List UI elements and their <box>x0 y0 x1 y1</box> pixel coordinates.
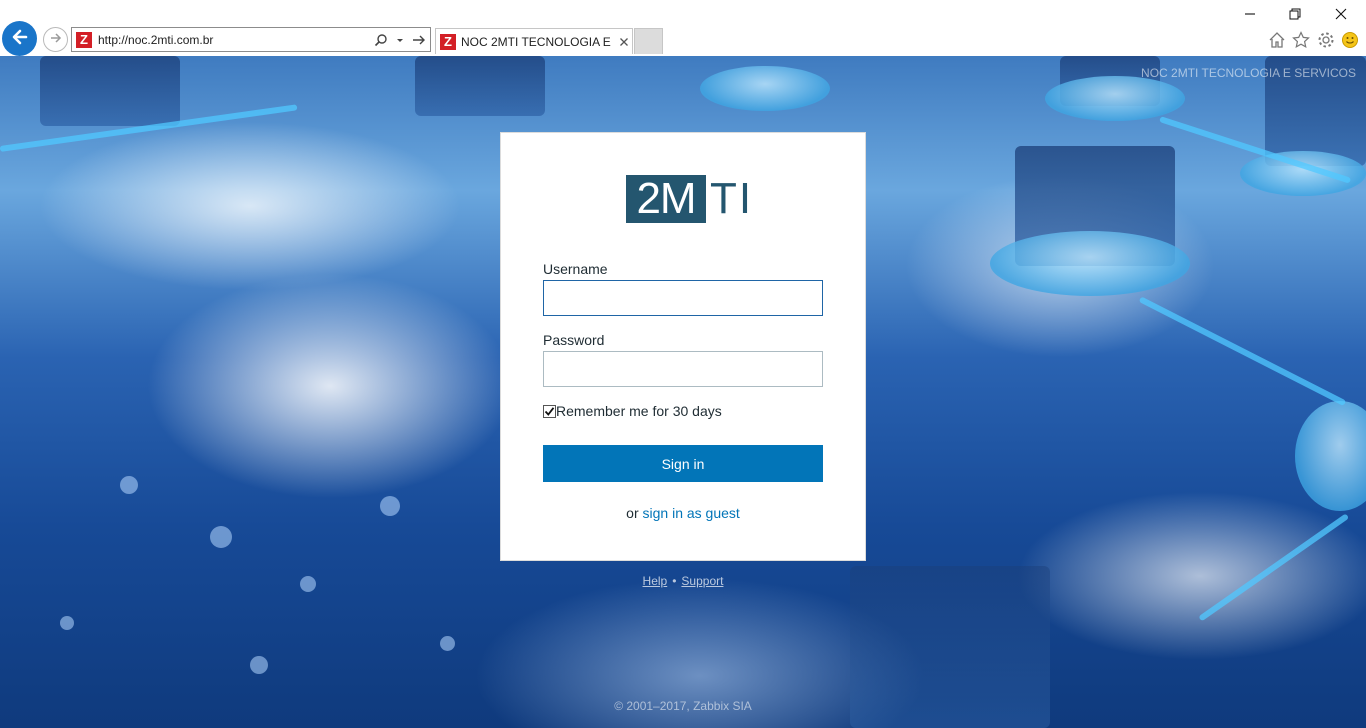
separator-dot: • <box>672 574 677 588</box>
forward-button[interactable] <box>43 27 68 52</box>
copyright-text: © 2001–2017, Zabbix SIA <box>614 699 752 713</box>
server-tower-decoration <box>415 56 545 116</box>
zabbix-favicon-icon: Z <box>440 33 456 50</box>
remember-me-row: Remember me for 30 days <box>543 403 722 419</box>
password-input[interactable] <box>543 351 823 387</box>
arrow-left-icon <box>11 28 29 49</box>
new-tab-button[interactable] <box>634 28 663 54</box>
arrow-right-icon <box>49 31 63 48</box>
sign-in-as-guest-link[interactable]: sign in as guest <box>643 505 740 521</box>
username-input[interactable] <box>543 280 823 316</box>
close-icon[interactable] <box>618 36 630 48</box>
browser-chrome: Z http://noc.2mti.com.br Z NOC 2MTI TECN… <box>0 0 1366 56</box>
help-links: Help • Support <box>0 574 1366 588</box>
back-button[interactable] <box>2 21 37 56</box>
restore-button[interactable] <box>1272 2 1318 28</box>
address-bar[interactable]: Z http://noc.2mti.com.br <box>71 27 431 52</box>
bokeh-decoration <box>440 636 455 651</box>
platform-disc-decoration <box>1045 76 1185 121</box>
tab-title: NOC 2MTI TECNOLOGIA E ... <box>461 34 613 49</box>
url-text[interactable]: http://noc.2mti.com.br <box>98 33 373 47</box>
remember-me-label[interactable]: Remember me for 30 days <box>556 403 722 419</box>
password-label: Password <box>543 332 605 348</box>
support-link[interactable]: Support <box>681 574 723 588</box>
platform-disc-decoration <box>700 66 830 111</box>
chevron-down-icon[interactable] <box>392 32 408 48</box>
checkmark-icon <box>544 406 555 416</box>
gear-icon[interactable] <box>1316 30 1336 50</box>
light-beam-decoration <box>1198 513 1350 622</box>
smiley-icon[interactable] <box>1340 30 1360 50</box>
logo-dark-part: 2M <box>626 175 706 223</box>
home-icon[interactable] <box>1267 30 1287 50</box>
bokeh-decoration <box>210 526 232 548</box>
platform-disc-decoration <box>1295 401 1366 511</box>
bokeh-decoration <box>120 476 138 494</box>
light-beam-decoration <box>1138 296 1347 407</box>
server-tower-decoration <box>40 56 180 126</box>
platform-disc-decoration <box>1240 151 1366 196</box>
bokeh-decoration <box>250 656 268 674</box>
star-icon[interactable] <box>1291 30 1311 50</box>
minimize-icon <box>1244 8 1256 23</box>
close-icon <box>1335 8 1347 23</box>
search-icon[interactable] <box>373 32 389 48</box>
guest-login-line: or sign in as guest <box>501 505 865 521</box>
page-background: NOC 2MTI TECNOLOGIA E SERVICOS 2M TI Use… <box>0 56 1366 728</box>
bokeh-decoration <box>380 496 400 516</box>
help-link[interactable]: Help <box>643 574 668 588</box>
username-label: Username <box>543 261 608 277</box>
close-window-button[interactable] <box>1318 2 1364 28</box>
remember-me-checkbox[interactable] <box>543 404 556 418</box>
go-arrow-icon[interactable] <box>411 32 427 48</box>
minimize-button[interactable] <box>1227 2 1273 28</box>
zabbix-favicon-icon: Z <box>76 31 92 48</box>
login-form: 2M TI Username Password Remember me for … <box>500 132 866 561</box>
restore-icon <box>1289 8 1301 23</box>
logo-light-part: TI <box>710 174 754 223</box>
bokeh-decoration <box>60 616 74 630</box>
company-logo: 2M TI <box>626 174 754 223</box>
browser-tab[interactable]: Z NOC 2MTI TECNOLOGIA E ... <box>435 28 633 54</box>
sign-in-button[interactable]: Sign in <box>543 445 823 482</box>
platform-disc-decoration <box>990 231 1190 296</box>
guest-prefix: or <box>626 505 639 521</box>
site-title: NOC 2MTI TECNOLOGIA E SERVICOS <box>1141 66 1356 80</box>
